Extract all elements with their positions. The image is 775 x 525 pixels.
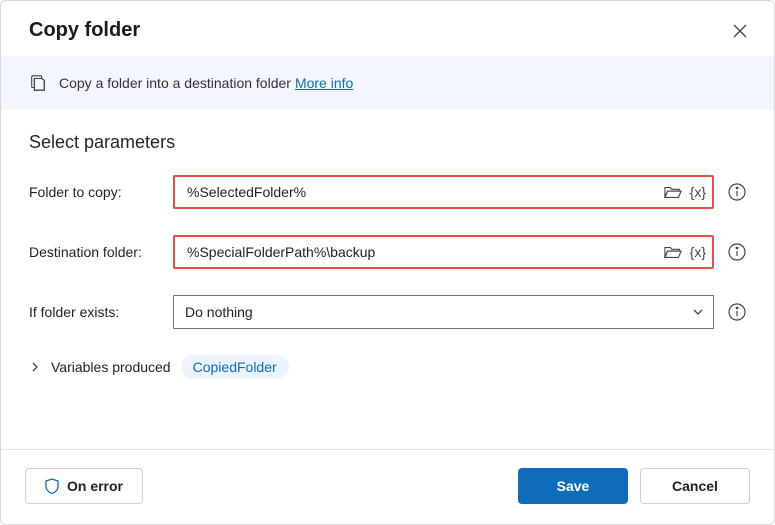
save-button[interactable]: Save	[518, 468, 628, 504]
close-icon	[733, 24, 747, 38]
field-destination-folder: Destination folder: {x}	[29, 235, 746, 269]
select-value: Do nothing	[185, 304, 253, 320]
on-error-button[interactable]: On error	[25, 468, 143, 504]
chevron-down-icon	[691, 301, 705, 323]
banner-text: Copy a folder into a destination folder	[59, 75, 291, 91]
label-destination-folder: Destination folder:	[29, 244, 159, 260]
browse-folder-icon[interactable]	[664, 241, 682, 263]
chevron-right-icon[interactable]	[29, 361, 41, 373]
save-label: Save	[557, 478, 590, 494]
input-folder-to-copy[interactable]	[185, 183, 664, 201]
input-wrap-folder-to-copy[interactable]: {x}	[173, 175, 714, 209]
dialog-title: Copy folder	[29, 19, 140, 42]
variable-chip[interactable]: CopiedFolder	[181, 355, 289, 379]
cancel-label: Cancel	[672, 478, 718, 494]
info-banner: Copy a folder into a destination folder …	[1, 56, 774, 110]
input-destination-folder[interactable]	[185, 243, 664, 261]
browse-folder-icon[interactable]	[664, 181, 682, 203]
cancel-button[interactable]: Cancel	[640, 468, 750, 504]
variable-picker-icon[interactable]: {x}	[690, 181, 706, 203]
select-if-folder-exists[interactable]: Do nothing	[173, 295, 714, 329]
label-folder-to-copy: Folder to copy:	[29, 184, 159, 200]
close-button[interactable]	[730, 21, 750, 41]
section-title: Select parameters	[29, 132, 746, 153]
field-if-folder-exists: If folder exists: Do nothing	[29, 295, 746, 329]
variables-produced-row: Variables produced CopiedFolder	[29, 355, 746, 379]
info-icon[interactable]	[728, 183, 746, 201]
input-wrap-destination-folder[interactable]: {x}	[173, 235, 714, 269]
more-info-link[interactable]: More info	[295, 75, 353, 91]
field-folder-to-copy: Folder to copy: {x}	[29, 175, 746, 209]
variables-produced-label[interactable]: Variables produced	[51, 359, 171, 375]
copy-folder-icon	[29, 72, 47, 94]
variable-picker-icon[interactable]: {x}	[690, 241, 706, 263]
on-error-label: On error	[67, 478, 123, 494]
info-icon[interactable]	[728, 243, 746, 261]
info-icon[interactable]	[728, 303, 746, 321]
shield-icon	[45, 478, 59, 494]
label-if-folder-exists: If folder exists:	[29, 304, 159, 320]
